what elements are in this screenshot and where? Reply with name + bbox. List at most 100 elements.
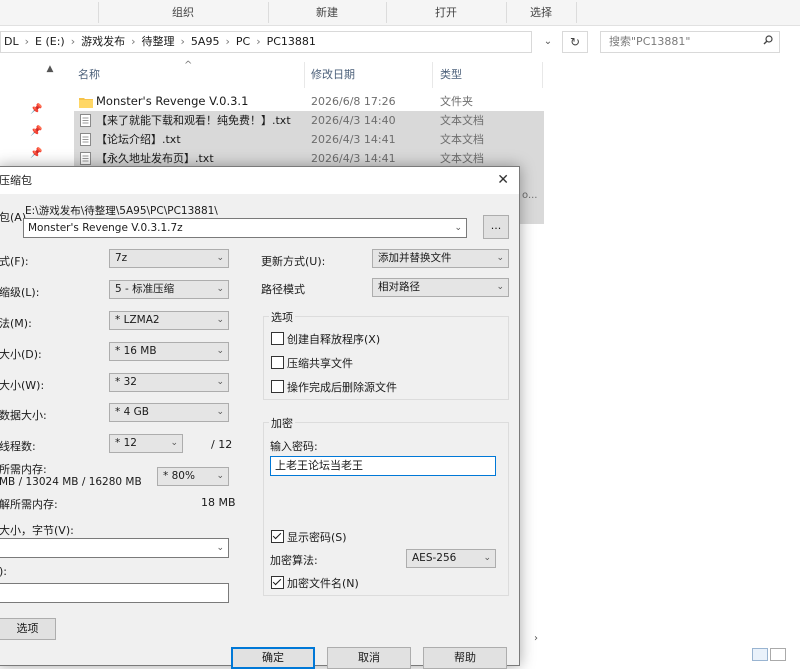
text-file-icon	[80, 133, 91, 146]
password-input[interactable]: 上老王论坛当老王	[270, 456, 496, 476]
help-button[interactable]: 帮助	[423, 647, 507, 669]
column-header-type[interactable]: 类型	[440, 62, 462, 88]
breadcrumb-item[interactable]: 5A95	[191, 35, 220, 48]
word-size-select[interactable]: * 32 ⌄	[109, 373, 229, 392]
sfx-checkbox[interactable]: 创建自释放程序(X)	[271, 331, 380, 347]
archive-path: E:\游戏发布\待整理\5A95\PC\PC13881\	[25, 205, 218, 217]
refresh-icon[interactable]: ↻	[562, 31, 588, 53]
ribbon-bar: 组织 新建 打开 选择	[0, 0, 800, 26]
checkbox-box[interactable]	[271, 332, 284, 345]
ribbon-new[interactable]: 新建	[268, 0, 386, 25]
breadcrumb-item[interactable]: E (E:)	[35, 35, 65, 48]
path-mode-select[interactable]: 相对路径 ⌄	[372, 278, 509, 297]
update-mode-label: 更新方式(U):	[261, 255, 326, 268]
checkbox-box[interactable]	[271, 530, 284, 543]
close-icon[interactable]: ✕	[497, 167, 509, 194]
encryption-group-title: 加密	[269, 415, 295, 431]
checkbox-box[interactable]	[271, 380, 284, 393]
chevron-down-icon: ⌄	[216, 407, 224, 417]
path-mode-value: 相对路径	[378, 281, 420, 293]
dictionary-select[interactable]: * 16 MB ⌄	[109, 342, 229, 361]
delete-after-label: 操作完成后删除源文件	[287, 381, 397, 394]
method-select[interactable]: * LZMA2 ⌄	[109, 311, 229, 330]
search-input[interactable]: 搜索"PC13881"	[600, 31, 780, 53]
parameters-input[interactable]	[0, 583, 229, 603]
chevron-down-icon: ⌄	[496, 253, 504, 263]
ok-button[interactable]: 确定	[231, 647, 315, 669]
file-row[interactable]: 【论坛介绍】.txt 2026/4/3 14:41 文本文档	[74, 130, 544, 149]
update-mode-select[interactable]: 添加并替换文件 ⌄	[372, 249, 509, 268]
options-button[interactable]: 选项	[0, 618, 56, 640]
pin-icon: 📌	[30, 148, 43, 159]
file-type-partial: o...	[522, 190, 538, 201]
breadcrumb: DL › E (E:) › 游戏发布 › 待整理 › 5A95 › PC › PC13881	[4, 32, 316, 52]
parameters-label: ):	[0, 565, 7, 578]
encrypt-names-checkbox[interactable]: 加密文件名(N)	[271, 575, 359, 591]
file-name: 【论坛介绍】.txt	[96, 133, 181, 146]
level-select[interactable]: 5 - 标准压缩 ⌄	[109, 280, 229, 299]
breadcrumb-item[interactable]: PC	[236, 35, 250, 48]
address-dropdown-icon[interactable]: ⌄	[538, 31, 558, 53]
breadcrumb-item[interactable]: 待整理	[142, 35, 175, 48]
checkbox-box[interactable]	[271, 356, 284, 369]
word-size-label: 大小(W):	[0, 379, 45, 392]
split-volume-input[interactable]: ⌄	[0, 538, 229, 558]
cancel-button[interactable]: 取消	[327, 647, 411, 669]
encrypt-names-label: 加密文件名(N)	[287, 577, 359, 590]
thumbnail-view-icon[interactable]	[770, 648, 786, 661]
breadcrumb-item[interactable]: DL	[4, 35, 19, 48]
ribbon-select[interactable]: 选择	[506, 0, 576, 25]
level-value: 5 - 标准压缩	[115, 283, 175, 295]
threads-select[interactable]: * 12 ⌄	[109, 434, 183, 453]
delete-after-checkbox[interactable]: 操作完成后删除源文件	[271, 379, 397, 395]
dictionary-value: * 16 MB	[115, 345, 157, 357]
checkbox-box[interactable]	[271, 576, 284, 589]
dictionary-label: 大小(D):	[0, 348, 42, 361]
threads-value: * 12	[115, 437, 137, 449]
column-header-name[interactable]: 名称	[78, 62, 100, 88]
show-password-checkbox[interactable]: 显示密码(S)	[271, 529, 347, 545]
browse-button[interactable]: ...	[483, 215, 509, 239]
pin-icon: 📌	[30, 126, 43, 137]
chevron-down-icon: ⌄	[216, 315, 224, 325]
ribbon-open[interactable]: 打开	[386, 0, 506, 25]
text-file-icon	[80, 114, 91, 127]
breadcrumb-item[interactable]: PC13881	[267, 35, 316, 48]
file-name: Monster's Revenge V.0.3.1	[96, 94, 249, 108]
split-volume-label: 大小，字节(V):	[0, 524, 74, 537]
chevron-down-icon[interactable]: ⌄	[216, 539, 224, 557]
breadcrumb-item[interactable]: 游戏发布	[81, 35, 125, 48]
chevron-down-icon: ⌄	[496, 282, 504, 292]
method-value: * LZMA2	[115, 314, 160, 326]
chevron-right-icon: ›	[70, 35, 76, 48]
chevron-down-icon[interactable]: ⌄	[454, 219, 462, 237]
address-bar[interactable]: DL › E (E:) › 游戏发布 › 待整理 › 5A95 › PC › PC13881	[0, 31, 532, 53]
scroll-up-icon[interactable]: ▲	[44, 64, 56, 78]
column-separator[interactable]	[542, 62, 543, 88]
format-select[interactable]: 7z ⌄	[109, 249, 229, 268]
scroll-right-icon[interactable]: ›	[526, 632, 546, 646]
format-label: 式(F):	[0, 255, 29, 268]
archive-name-value: Monster's Revenge V.0.3.1.7z	[28, 222, 183, 234]
memory-percent-value: * 80%	[163, 470, 195, 482]
search-icon	[763, 35, 773, 45]
memory-value: MB / 13024 MB / 16280 MB	[0, 476, 142, 488]
file-type: 文本文档	[440, 133, 484, 146]
column-header-date[interactable]: 修改日期	[311, 62, 355, 88]
ribbon-separator	[576, 2, 577, 23]
chevron-right-icon: ›	[256, 35, 261, 48]
details-view-icon[interactable]	[752, 648, 768, 661]
column-separator[interactable]	[304, 62, 305, 88]
memory-percent-select[interactable]: * 80% ⌄	[157, 467, 229, 486]
solid-block-select[interactable]: * 4 GB ⌄	[109, 403, 229, 422]
encryption-method-label: 加密算法:	[270, 554, 318, 567]
file-row[interactable]: 【来了就能下载和观看！纯免费！】.txt 2026/4/3 14:40 文本文档	[74, 111, 544, 130]
column-separator[interactable]	[432, 62, 433, 88]
shared-files-checkbox[interactable]: 压缩共享文件	[271, 355, 353, 371]
file-row[interactable]: Monster's Revenge V.0.3.1 2026/6/8 17:26…	[74, 92, 544, 111]
ribbon-organize[interactable]: 组织	[98, 0, 268, 25]
encryption-group: 加密 输入密码: 上老王论坛当老王 显示密码(S) 加密算法: AES-256 ⌄…	[263, 415, 509, 596]
method-label: 法(M):	[0, 317, 32, 330]
archive-name-input[interactable]: Monster's Revenge V.0.3.1.7z ⌄	[23, 218, 467, 238]
encryption-method-select[interactable]: AES-256 ⌄	[406, 549, 496, 568]
